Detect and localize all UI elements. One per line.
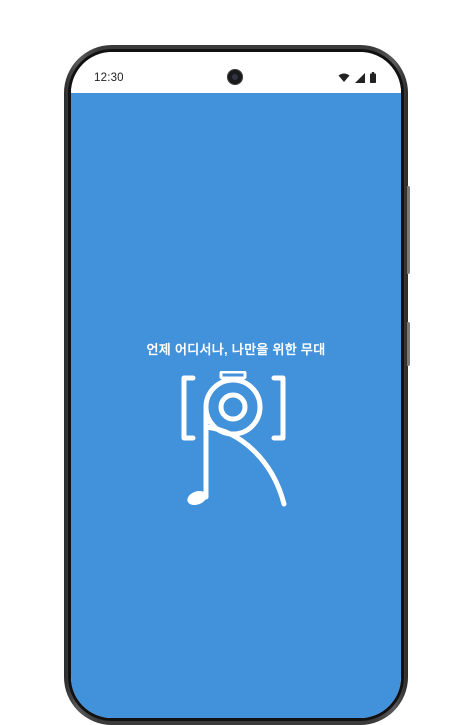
signal-icon [355, 72, 365, 83]
app-logo-icon [181, 371, 287, 507]
status-bar: 12:30 [71, 52, 401, 93]
volume-button [407, 186, 410, 274]
status-time: 12:30 [94, 72, 124, 84]
phone-frame: 12:30 언제 어디서나, 나만을 위한 무대 [64, 45, 408, 725]
phone-screen: 12:30 언제 어디서나, 나만을 위한 무대 [71, 52, 401, 718]
splash-screen: 언제 어디서나, 나만을 위한 무대 [71, 93, 401, 718]
status-icons [338, 72, 376, 83]
front-camera [227, 69, 243, 85]
splash-tagline: 언제 어디서나, 나만을 위한 무대 [146, 342, 326, 357]
wifi-icon [338, 73, 350, 82]
battery-icon [370, 72, 376, 83]
phone-bezel: 12:30 언제 어디서나, 나만을 위한 무대 [68, 49, 404, 721]
power-button [407, 322, 410, 366]
